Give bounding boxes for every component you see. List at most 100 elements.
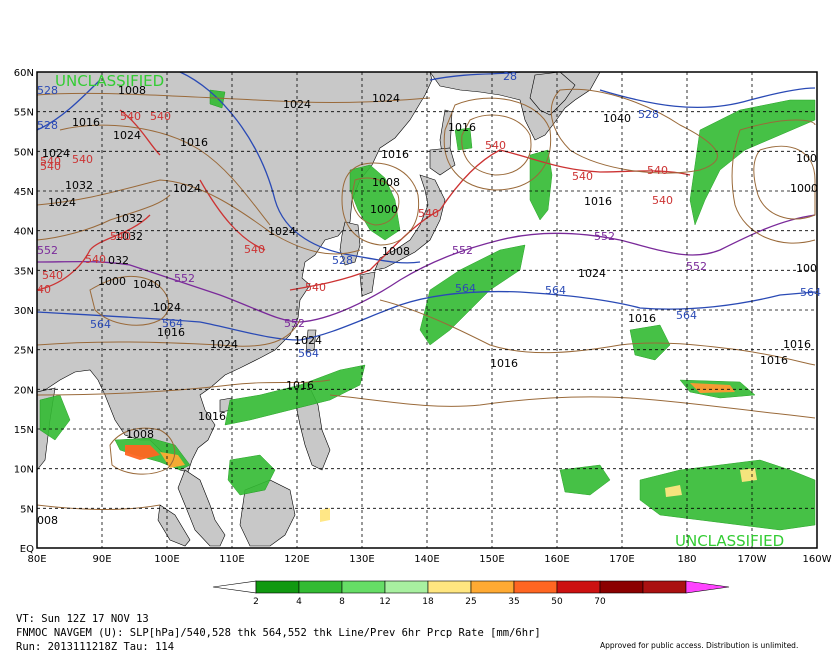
legend-swatch <box>599 580 644 594</box>
thk-528-label: 528 <box>37 119 58 132</box>
latitude-label: 60N <box>14 68 34 79</box>
slp-label: 032 <box>108 254 129 267</box>
legend-value-label: 2 <box>253 597 259 607</box>
thk-540-label: 540 <box>110 230 131 243</box>
slp-label: 1008 <box>382 245 410 258</box>
thk-564-label: 564 <box>162 317 183 330</box>
slp-label: 1016 <box>448 121 476 134</box>
legend-swatch <box>470 580 515 594</box>
thk-552-label: 552 <box>452 244 473 257</box>
slp-label: 1024 <box>210 338 238 351</box>
thk-540-label: 540 <box>652 194 673 207</box>
legend-swatch <box>556 580 601 594</box>
thk-564-label: 564 <box>545 284 566 297</box>
legend-value-label: 8 <box>339 597 345 607</box>
slp-label: 1000 <box>98 275 126 288</box>
slp-label: 1024 <box>268 225 296 238</box>
approval-notice: Approved for public access. Distribution… <box>600 641 799 650</box>
slp-label: 1024 <box>153 301 181 314</box>
valid-time-line: VT: Sun 12Z 17 NOV 13 <box>16 613 149 625</box>
slp-label: 1008 <box>118 84 146 97</box>
longitude-label: 170W <box>738 554 767 565</box>
latitude-label: 5N <box>20 504 34 515</box>
thk-552-label: 552 <box>594 230 615 243</box>
longitude-label: 170E <box>609 554 634 565</box>
thk-540-label: 540 <box>244 243 265 256</box>
thk-564-label: 564 <box>800 286 821 299</box>
legend-swatch <box>384 580 429 594</box>
slp-label: 1000 <box>370 203 398 216</box>
classification-top-label: UNCLASSIFIED <box>55 72 164 90</box>
longitude-label: 140E <box>414 554 439 565</box>
slp-label: 1024 <box>283 98 311 111</box>
thk-528-label: 528 <box>37 84 58 97</box>
latitude-label: 45N <box>14 187 34 198</box>
thk-540-label: 540 <box>305 281 326 294</box>
thk-540-label: 540 <box>150 110 171 123</box>
slp-label: 1000 <box>790 182 818 195</box>
precip-legend: 2 4 8 12 18 25 35 50 70 <box>212 580 730 607</box>
longitude-label: 90E <box>92 554 111 565</box>
slp-label: 1032 <box>115 212 143 225</box>
slp-label: 1040 <box>603 112 631 125</box>
latitude-label: 35N <box>14 266 34 277</box>
slp-label: 1024 <box>113 129 141 142</box>
slp-label: 1016 <box>198 410 226 423</box>
latitude-label: 55N <box>14 108 34 119</box>
thk-564-label: 564 <box>90 318 111 331</box>
slp-label: 1024 <box>578 267 606 280</box>
latitude-label: 30N <box>14 306 34 317</box>
thk-552-label: 552 <box>284 317 305 330</box>
legend-swatch <box>255 580 300 594</box>
legend-value-label: 18 <box>422 597 434 607</box>
legend-right-arrow <box>685 580 730 594</box>
slp-label: 1016 <box>628 312 656 325</box>
longitude-label: 120E <box>284 554 309 565</box>
thk-552-label: 552 <box>686 260 707 273</box>
legend-value-label: 35 <box>508 597 519 607</box>
thk-540-label: 540 <box>572 170 593 183</box>
legend-value-label: 70 <box>594 597 606 607</box>
longitude-label: 100E <box>154 554 179 565</box>
product-description-line: FNMOC NAVGEM (U): SLP[hPa]/540,528 thk 5… <box>16 627 541 639</box>
legend-value-label: 12 <box>379 597 390 607</box>
latitude-label: 25N <box>14 346 34 357</box>
slp-label: 1024 <box>173 182 201 195</box>
legend-swatch <box>298 580 343 594</box>
slp-label: 1024 <box>294 334 322 347</box>
legend-swatch <box>341 580 386 594</box>
longitude-label: 180 <box>677 554 696 565</box>
thk-540-label: 540 <box>120 110 141 123</box>
latitude-label: 40N <box>14 227 34 238</box>
thk-540-label: 540 <box>40 155 61 168</box>
thk-528-label: 528 <box>332 254 353 267</box>
classification-bottom-label: UNCLASSIFIED <box>675 532 784 550</box>
thk-564-label: 564 <box>455 282 476 295</box>
longitude-label: 110E <box>219 554 244 565</box>
weather-map: 60N55N50N45N40N35N30N25N20N15N10N5NEQ 80… <box>14 68 832 607</box>
slp-label: 100 <box>796 262 817 275</box>
slp-label: 1008 <box>126 428 154 441</box>
slp-label: 1024 <box>372 92 400 105</box>
legend-swatch <box>513 580 558 594</box>
slp-label: 1016 <box>381 148 409 161</box>
slp-label: 1032 <box>65 179 93 192</box>
longitude-label: 160W <box>803 554 832 565</box>
thk-552-label: 552 <box>174 272 195 285</box>
thk-540-label: 540 <box>647 164 668 177</box>
latitude-label: 10N <box>14 465 34 476</box>
legend-swatch <box>427 580 472 594</box>
legend-swatch <box>642 580 687 594</box>
slp-label: 1016 <box>180 136 208 149</box>
legend-value-label: 4 <box>296 597 302 607</box>
slp-label: 1016 <box>760 354 788 367</box>
thk-540-label: 40 <box>37 283 51 296</box>
legend-value-label: 50 <box>551 597 563 607</box>
slp-label: 1016 <box>286 379 314 392</box>
slp-label: 1016 <box>783 338 811 351</box>
run-info-line: Run: 2013111218Z Tau: 114 <box>16 641 175 653</box>
legend-value-label: 25 <box>465 597 476 607</box>
latitude-label: 50N <box>14 147 34 158</box>
longitude-label: 130E <box>349 554 374 565</box>
slp-label: 1008 <box>372 176 400 189</box>
